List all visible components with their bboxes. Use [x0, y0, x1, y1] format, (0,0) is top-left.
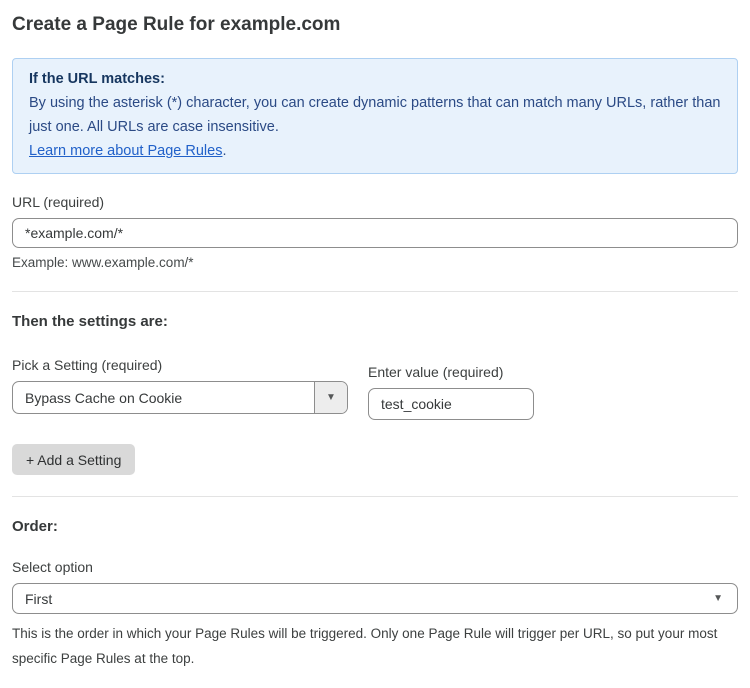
order-select[interactable]: First ▼	[12, 583, 738, 614]
url-field-label: URL (required)	[12, 194, 738, 210]
create-page-rule-form: Create a Page Rule for example.com If th…	[0, 0, 750, 688]
chevron-down-icon: ▼	[713, 594, 723, 604]
url-example-text: Example: www.example.com/*	[12, 255, 738, 270]
setting-picker-column: Pick a Setting (required) Bypass Cache o…	[12, 357, 348, 414]
info-box-link-line: Learn more about Page Rules.	[29, 139, 721, 163]
setting-picker-label: Pick a Setting (required)	[12, 357, 348, 373]
setting-value-input[interactable]	[368, 388, 534, 420]
order-section-heading: Order:	[12, 518, 738, 535]
setting-select[interactable]: Bypass Cache on Cookie ▼	[12, 381, 348, 414]
info-box-heading: If the URL matches:	[29, 67, 721, 91]
add-setting-button[interactable]: + Add a Setting	[12, 444, 135, 475]
settings-section-heading: Then the settings are:	[12, 313, 738, 330]
order-select-group: Select option First ▼ This is the order …	[12, 559, 738, 671]
page-title: Create a Page Rule for example.com	[12, 14, 738, 36]
learn-more-link[interactable]: Learn more about Page Rules	[29, 143, 222, 159]
setting-value-label: Enter value (required)	[368, 364, 534, 380]
order-select-value: First	[25, 591, 52, 607]
divider	[12, 291, 738, 292]
chevron-down-icon: ▼	[326, 393, 336, 403]
setting-select-arrow-button[interactable]: ▼	[314, 382, 347, 413]
url-match-info-box: If the URL matches: By using the asteris…	[12, 58, 738, 174]
setting-value-column: Enter value (required)	[368, 364, 534, 420]
setting-select-value: Bypass Cache on Cookie	[13, 382, 314, 413]
settings-row: Pick a Setting (required) Bypass Cache o…	[12, 357, 738, 420]
divider	[12, 496, 738, 497]
info-box-body: By using the asterisk (*) character, you…	[29, 91, 721, 139]
url-input[interactable]	[12, 218, 738, 248]
order-help-text: This is the order in which your Page Rul…	[12, 621, 738, 671]
order-select-label: Select option	[12, 559, 738, 575]
link-suffix: .	[222, 143, 226, 159]
